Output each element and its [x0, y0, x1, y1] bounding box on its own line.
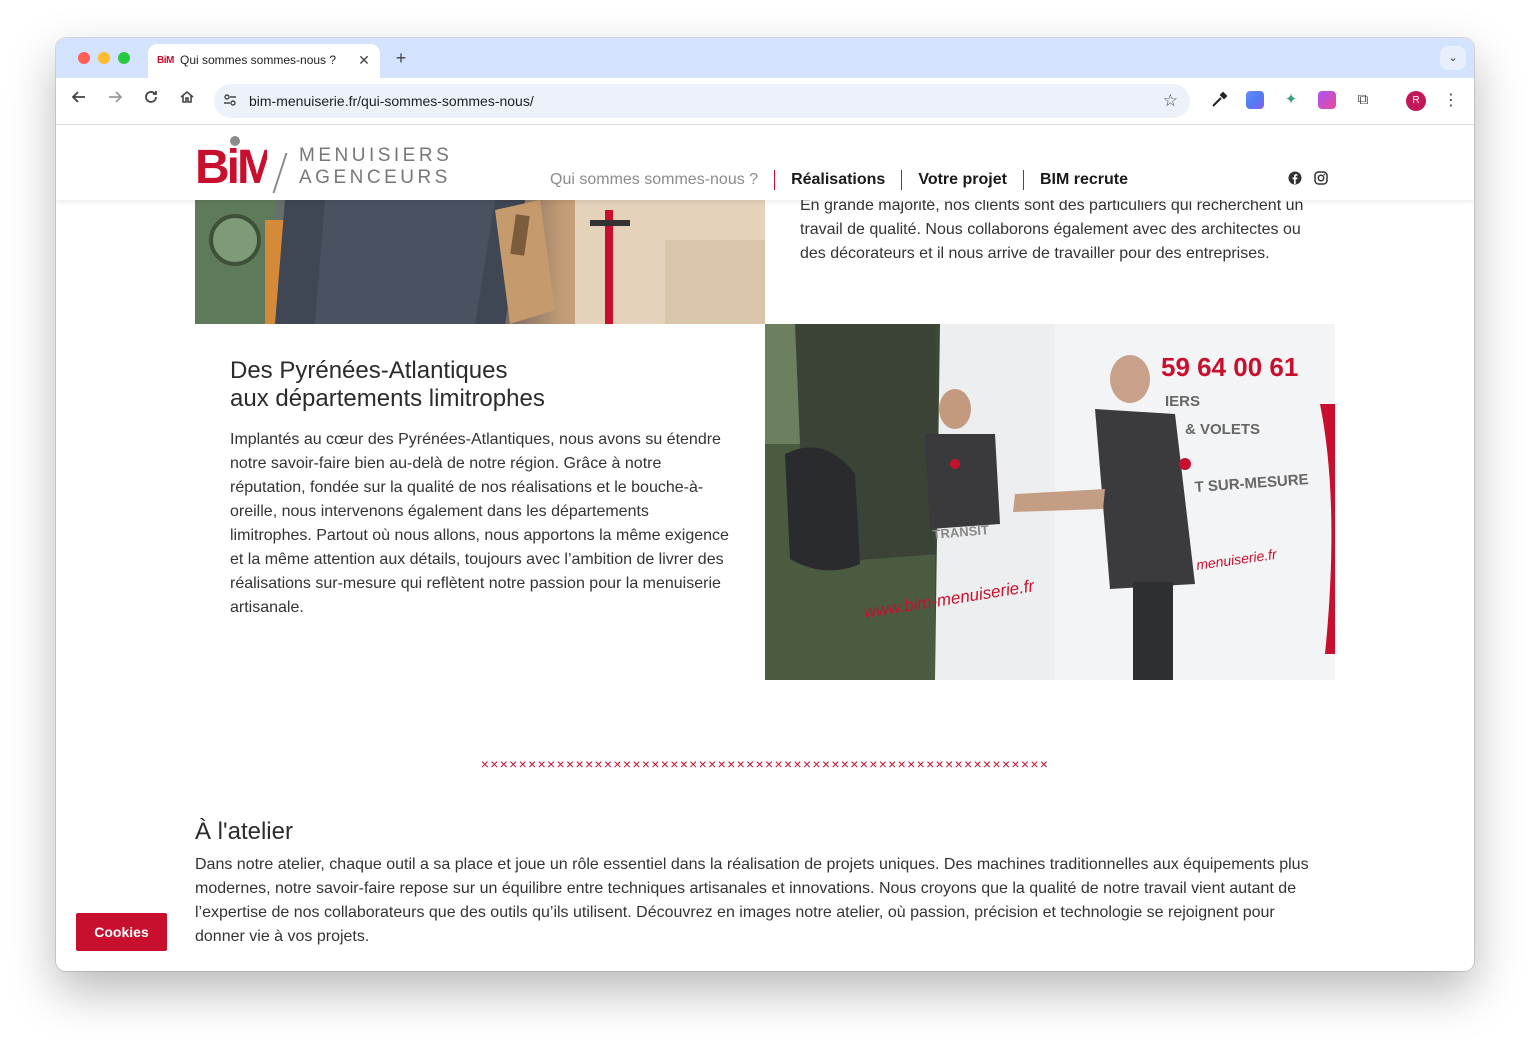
nav-item-votre-projet[interactable]: Votre projet [901, 170, 1023, 190]
extensions-puzzle-icon[interactable]: ⧉ [1354, 91, 1372, 109]
tab-favicon-icon: BiM [157, 55, 174, 66]
eyedropper-extension-icon[interactable] [1210, 91, 1228, 109]
active-tab[interactable]: BiM Qui sommes sommes-nous ? ✕ [148, 44, 380, 78]
section-body: Implantés au cœur des Pyrénées-Atlantiqu… [230, 431, 729, 616]
main-nav: Qui sommes sommes-nous ? Réalisations Votr… [550, 170, 1144, 190]
decorative-divider: ××××××××××××××××××××××××××××××××××××××××… [480, 756, 1050, 772]
purple-extension-icon[interactable] [1318, 91, 1336, 109]
logo-line1: MENUISIERS [299, 145, 453, 166]
home-icon[interactable] [174, 88, 200, 114]
intro-paragraph: En grande majorité, nos clients sont des… [800, 197, 1304, 262]
minimize-window-button[interactable] [98, 52, 110, 64]
tab-search-button[interactable]: ⌄ [1440, 46, 1466, 70]
van-text-1: IERS [1165, 393, 1200, 410]
svg-text:BiM: BiM [195, 141, 267, 187]
van-phone-text: 59 64 00 61 [1161, 352, 1298, 382]
section-title: Des Pyrénées-Atlantiques aux département… [230, 357, 710, 413]
bird-extension-icon[interactable]: ✦ [1282, 91, 1300, 109]
profile-avatar[interactable]: R [1406, 91, 1426, 111]
site-settings-icon[interactable] [222, 93, 238, 109]
site-logo[interactable]: BiM MENUISIERS AGENCEURS [195, 135, 455, 193]
browser-window: BiM Qui sommes sommes-nous ? ✕ + ⌄ bim-m… [56, 38, 1474, 971]
tab-strip: BiM Qui sommes sommes-nous ? ✕ + ⌄ [56, 38, 1474, 78]
nav-item-realisations[interactable]: Réalisations [774, 170, 901, 190]
section-title-line1: Des Pyrénées-Atlantiques [230, 357, 508, 384]
bookmark-star-icon[interactable]: ☆ [1163, 91, 1178, 111]
van-text-2: & VOLETS [1185, 421, 1260, 438]
section-title-line2: aux départements limitrophes [230, 385, 545, 412]
logo-slash [272, 153, 288, 193]
cookies-button[interactable]: Cookies [76, 913, 167, 951]
forward-icon[interactable] [102, 88, 128, 114]
atelier-body: Dans notre atelier, chaque outil a sa pl… [195, 856, 1309, 945]
close-window-button[interactable] [78, 52, 90, 64]
back-icon[interactable] [66, 88, 92, 114]
nav-item-bim-recrute[interactable]: BIM recrute [1022, 170, 1144, 190]
atelier-title: À l'atelier [195, 818, 293, 845]
logo-line2: AGENCEURS [299, 167, 451, 188]
instagram-icon[interactable] [1314, 171, 1328, 185]
address-bar[interactable]: bim-menuiserie.fr/qui-sommes-sommes-nous… [214, 84, 1190, 118]
page-viewport: En grande majorité, nos clients sont des… [56, 125, 1474, 971]
browser-menu-icon[interactable]: ⋮ [1442, 88, 1460, 114]
maximize-window-button[interactable] [118, 52, 130, 64]
url-text[interactable]: bim-menuiserie.fr/qui-sommes-sommes-nous… [249, 93, 534, 109]
bim-logo-icon: BiM [195, 136, 267, 187]
facebook-icon[interactable] [1288, 171, 1302, 185]
reload-icon[interactable] [138, 88, 164, 114]
close-tab-icon[interactable]: ✕ [356, 52, 372, 68]
new-tab-button[interactable]: + [390, 47, 412, 69]
workshop-photo [195, 200, 765, 324]
site-header: BiM MENUISIERS AGENCEURS Qui sommes somm… [56, 125, 1474, 200]
tab-title: Qui sommes sommes-nous ? [180, 53, 337, 67]
van-photo: 59 64 00 61 IERS & VOLETS T SUR-MESURE w… [765, 324, 1335, 680]
tabs-extension-icon[interactable] [1246, 91, 1264, 109]
browser-toolbar: bim-menuiserie.fr/qui-sommes-sommes-nous… [56, 78, 1474, 125]
nav-item-qui-sommes-nous[interactable]: Qui sommes sommes-nous ? [550, 170, 774, 190]
